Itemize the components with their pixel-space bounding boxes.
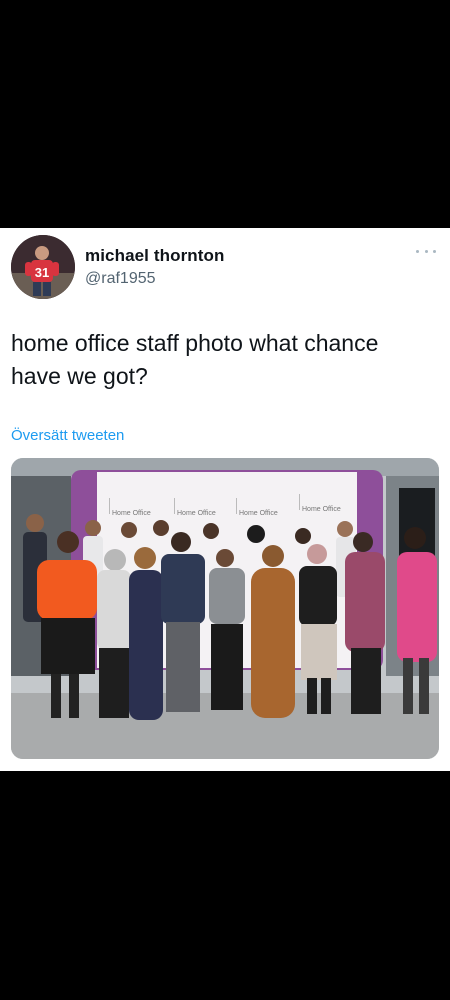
banner-label-1: Home Office: [112, 510, 151, 517]
banner-label-3: Home Office: [239, 510, 278, 517]
avatar-jersey-number: 31: [35, 265, 49, 280]
tweet-text: home office staff photo what chance have…: [11, 330, 379, 389]
screen: 31 michael thornton @raf1955 home office…: [0, 0, 450, 1000]
banner-label-4: Home Office: [302, 506, 341, 513]
tweet-photo[interactable]: Home Office Home Office Home Office Home…: [11, 458, 439, 759]
translate-link[interactable]: Översätt tweeten: [11, 427, 124, 444]
tweet-card[interactable]: 31 michael thornton @raf1955 home office…: [0, 228, 450, 771]
display-name[interactable]: michael thornton: [85, 246, 225, 266]
more-options-icon[interactable]: [416, 246, 436, 256]
avatar[interactable]: 31: [11, 235, 75, 299]
handle[interactable]: @raf1955: [85, 270, 156, 288]
banner-label-2: Home Office: [177, 510, 216, 517]
